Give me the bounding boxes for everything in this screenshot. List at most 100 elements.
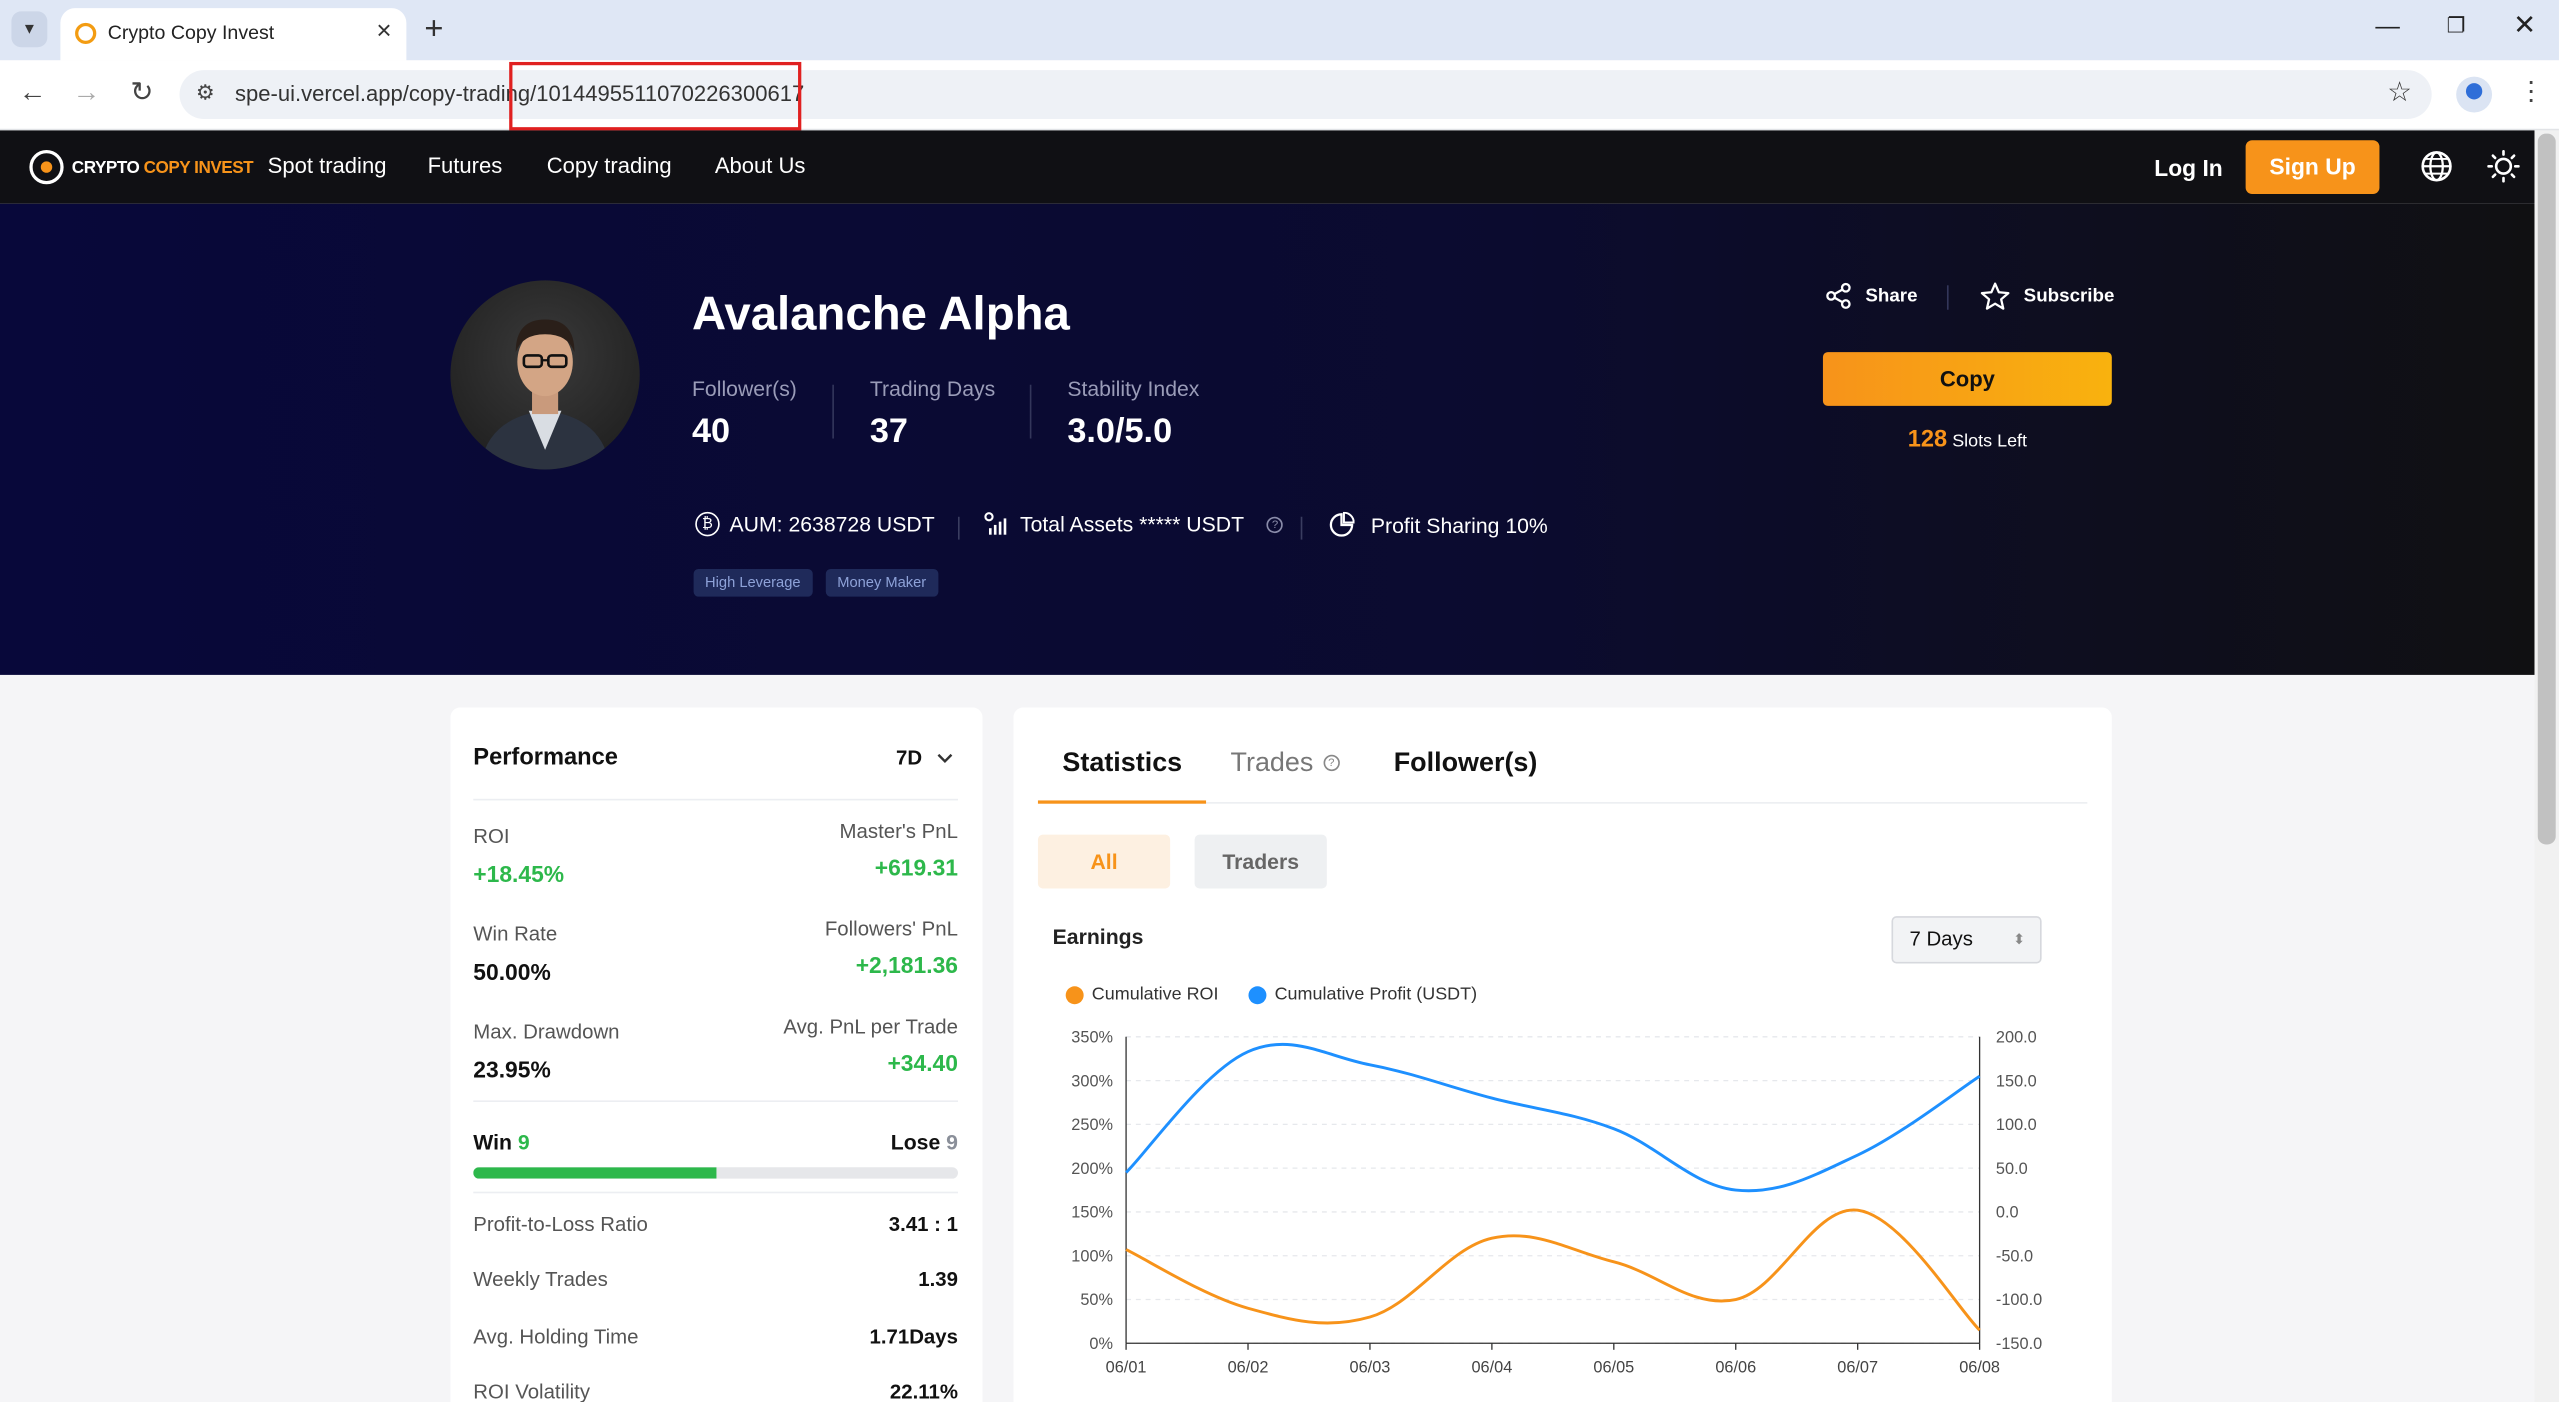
close-tab-icon[interactable]: ×: [376, 18, 391, 47]
globe-icon[interactable]: [2420, 150, 2453, 183]
browser-menu-icon[interactable]: ⋮: [2518, 75, 2544, 108]
range-select[interactable]: 7 Days ⬍: [1891, 916, 2042, 964]
restore-window-icon[interactable]: ❐: [2440, 13, 2473, 39]
bookmark-star-icon[interactable]: ☆: [2387, 77, 2412, 110]
tab-search-button[interactable]: ▾: [11, 11, 48, 48]
x-tick-label: 06/06: [1715, 1359, 1756, 1377]
slots-count: 128: [1907, 427, 1948, 454]
nav-about-us[interactable]: About Us: [715, 153, 806, 177]
y-left-tick-label: 300%: [1071, 1072, 1113, 1090]
holding-time-label: Avg. Holding Time: [473, 1325, 639, 1349]
masters-pnl-value: +619.31: [874, 854, 958, 881]
minimize-window-icon[interactable]: —: [2371, 13, 2404, 41]
site-info-icon[interactable]: ⚙: [196, 80, 215, 106]
win-rate-label: Win Rate: [473, 922, 558, 946]
site-header: CRYPTO COPY INVEST Spot trading Futures …: [0, 130, 2535, 204]
logo-text-accent: COPY INVEST: [143, 157, 254, 177]
page-scrollbar[interactable]: [2534, 130, 2559, 1402]
trading-days-label: Trading Days: [869, 376, 996, 402]
x-tick-label: 06/01: [1106, 1359, 1147, 1377]
stability-index-label: Stability Index: [1067, 376, 1200, 402]
login-link[interactable]: Log In: [2154, 155, 2223, 181]
profit-sharing-text: Profit Sharing 10%: [1370, 512, 1548, 538]
browser-tabstrip: ▾ Crypto Copy Invest × + — ❐ ✕: [0, 0, 2559, 61]
star-icon: [1980, 282, 2010, 310]
legend-roi-label: Cumulative ROI: [1091, 984, 1219, 1005]
legend-profit[interactable]: Cumulative Profit (USDT): [1248, 985, 1477, 1004]
updown-caret-icon: ⬍: [2012, 930, 2026, 948]
trader-name: Avalanche Alpha: [691, 288, 1070, 341]
roi-volatility-label: ROI Volatility: [473, 1380, 591, 1402]
tag-high-leverage: High Leverage: [693, 568, 812, 597]
period-value: 7D: [895, 746, 923, 770]
share-label: Share: [1865, 286, 1918, 306]
profile-avatar-icon[interactable]: [2456, 76, 2493, 113]
help-icon[interactable]: ?: [1323, 754, 1340, 772]
holding-time-value: 1.71Days: [869, 1325, 958, 1349]
scrollbar-thumb[interactable]: [2537, 133, 2556, 845]
tag-money-maker: Money Maker: [825, 568, 938, 597]
subscribe-label: Subscribe: [2023, 286, 2115, 307]
tab-trades-label: Trades: [1230, 748, 1314, 778]
series-line-roi: [1125, 1208, 1981, 1332]
stat-divider: [1029, 384, 1032, 439]
filter-all-button[interactable]: All: [1037, 834, 1171, 889]
tab-trades[interactable]: Trades?: [1231, 748, 1340, 779]
pl-ratio-label: Profit-to-Loss Ratio: [473, 1212, 648, 1236]
max-drawdown-value: 23.95%: [473, 1056, 551, 1083]
help-icon[interactable]: ?: [1266, 515, 1284, 533]
period-dropdown[interactable]: 7D: [895, 746, 954, 770]
tab-statistics[interactable]: Statistics: [1062, 748, 1182, 779]
copy-button[interactable]: Copy: [1822, 352, 2112, 406]
back-icon[interactable]: ←: [15, 77, 51, 110]
lose-label: Lose: [890, 1129, 941, 1155]
divider: [473, 1100, 958, 1103]
active-tab-indicator: [1037, 800, 1207, 804]
new-tab-icon[interactable]: +: [424, 11, 443, 47]
x-tick-label: 06/07: [1837, 1359, 1878, 1377]
signup-button[interactable]: Sign Up: [2245, 140, 2380, 194]
share-icon: [1826, 282, 1851, 309]
win-count: Win 9: [473, 1130, 529, 1154]
lose-count: Lose 9: [891, 1130, 958, 1154]
filter-traders-button[interactable]: Traders: [1194, 834, 1327, 889]
weekly-trades-value: 1.39: [918, 1268, 958, 1292]
x-tick-label: 06/04: [1471, 1359, 1512, 1377]
nav-copy-trading[interactable]: Copy trading: [547, 153, 672, 177]
legend-roi-swatch: [1065, 985, 1084, 1004]
legend-roi[interactable]: Cumulative ROI: [1065, 984, 1219, 1005]
theme-toggle-icon[interactable]: [2487, 149, 2520, 183]
roi-value: +18.45%: [473, 860, 565, 887]
forward-icon[interactable]: →: [69, 77, 105, 110]
trader-avatar: [450, 280, 640, 470]
divider: [473, 1191, 958, 1194]
slots-left: 128 Slots Left: [1823, 427, 2112, 453]
win-count-value: 9: [517, 1129, 530, 1155]
site-logo[interactable]: CRYPTO COPY INVEST: [29, 149, 254, 185]
y-right-tick-label: 0.0: [1996, 1204, 2019, 1222]
subscribe-button[interactable]: Subscribe: [1980, 282, 2115, 311]
tab-followers[interactable]: Follower(s): [1394, 748, 1538, 779]
meta-divider: [1300, 516, 1303, 540]
y-left-tick-label: 250%: [1071, 1116, 1113, 1134]
share-button[interactable]: Share: [1825, 282, 1918, 310]
profit-sharing-info: Profit Sharing 10%: [1328, 511, 1548, 538]
followers-value: 40: [691, 412, 731, 450]
lose-count-value: 9: [946, 1129, 958, 1155]
browser-toolbar: ← → ↻ ⚙ spe-ui.vercel.app/copy-trading/1…: [0, 60, 2559, 131]
nav-spot-trading[interactable]: Spot trading: [268, 153, 387, 177]
bitcoin-icon: ₿: [695, 511, 720, 537]
close-window-icon[interactable]: ✕: [2508, 10, 2541, 43]
stability-index-value: 3.0/5.0: [1067, 412, 1173, 450]
divider: [473, 798, 958, 801]
nav-futures[interactable]: Futures: [428, 153, 503, 177]
legend-profit-swatch: [1248, 985, 1267, 1004]
browser-tab[interactable]: Crypto Copy Invest ×: [60, 8, 407, 61]
earnings-chart: 0% -150.0 50% -100.0 100% -50.0 150% 0.0 200% 50.…: [1071, 1029, 2042, 1377]
reload-icon[interactable]: ↻: [124, 77, 160, 110]
roi-volatility-value: 22.11%: [889, 1380, 958, 1402]
url-highlight-box: [509, 61, 802, 131]
statistics-card: Statistics Trades? Follower(s) All Trade…: [1013, 707, 2112, 1402]
stat-divider: [832, 384, 834, 439]
y-right-tick-label: -100.0: [1996, 1291, 2042, 1309]
